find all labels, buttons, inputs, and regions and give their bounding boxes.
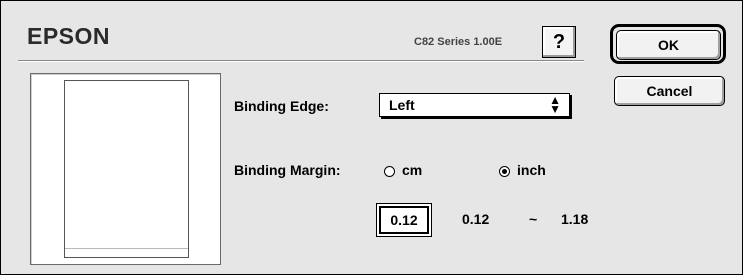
help-button[interactable]: ? (542, 26, 576, 58)
driver-version: C82 Series 1.00E (414, 36, 503, 48)
preview-page-sheet (64, 80, 189, 258)
binding-edge-value: Left (389, 97, 415, 113)
unit-cm-label: cm (402, 162, 423, 178)
binding-margin-input[interactable]: 0.12 (379, 206, 429, 234)
cancel-button[interactable]: Cancel (614, 76, 725, 106)
up-down-arrows-icon: ▲ ▼ (549, 93, 561, 116)
range-separator: ~ (529, 211, 538, 227)
binding-edge-label: Binding Edge: (234, 98, 329, 114)
brand-logo: EPSON (27, 23, 111, 49)
binding-margin-dialog: EPSON C82 Series 1.00E ? OK Cancel Bindi… (0, 0, 743, 275)
unit-inch-label: inch (517, 162, 546, 178)
range-max-value: 1.18 (561, 211, 589, 227)
header-divider (18, 60, 584, 62)
binding-edge-select[interactable]: Left ▲ ▼ (379, 93, 570, 117)
unit-radio-cm[interactable] (384, 166, 395, 177)
unit-radio-inch[interactable] (499, 166, 510, 177)
ok-button[interactable]: OK (616, 30, 721, 60)
binding-margin-label: Binding Margin: (234, 162, 341, 178)
binding-margin-guide (65, 248, 188, 249)
range-min-value: 0.12 (462, 211, 490, 227)
page-preview (30, 73, 221, 265)
